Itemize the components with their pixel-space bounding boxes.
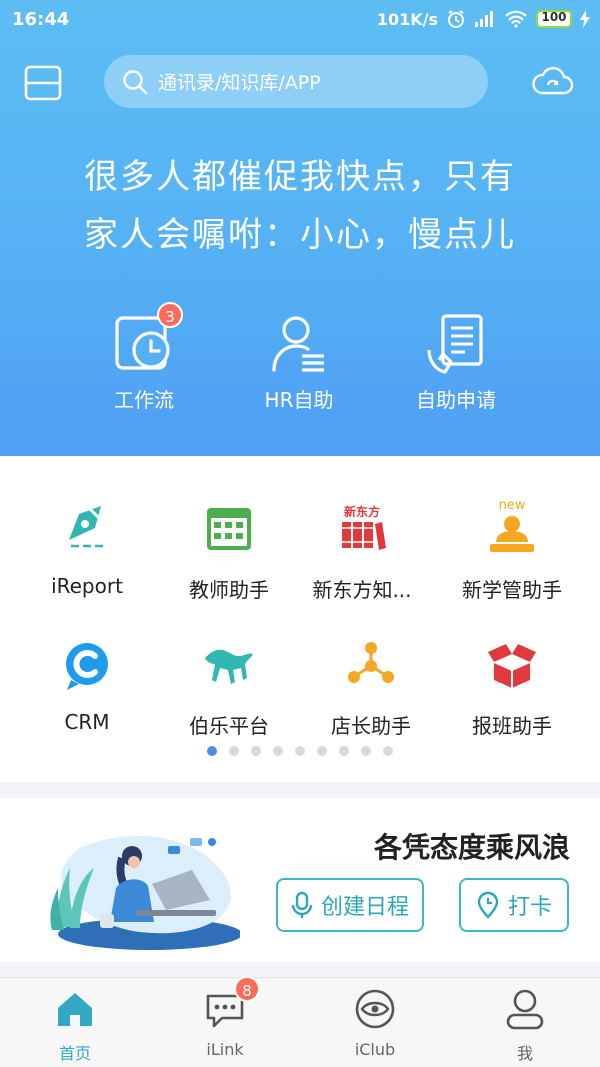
app-enrollment[interactable]: 报班助手 bbox=[437, 636, 587, 739]
pager-dot[interactable] bbox=[339, 746, 349, 756]
search-icon bbox=[123, 69, 148, 94]
create-schedule-label: 创建日程 bbox=[320, 895, 409, 920]
xdf-books-icon: 新东方 bbox=[332, 500, 392, 560]
person-podium-icon: new bbox=[482, 498, 542, 560]
app-label: 新东方知... bbox=[312, 578, 412, 602]
app-student-manager[interactable]: new 新学管助手 bbox=[437, 498, 587, 603]
create-schedule-button[interactable]: 创建日程 bbox=[276, 878, 424, 932]
battery-icon: 100 bbox=[536, 10, 572, 28]
header-hero: 16:44 101K/s 100 通讯录/知识库/APP 很多人都催促我快点，只… bbox=[0, 0, 600, 456]
woman-laptop-illustration bbox=[50, 835, 240, 950]
slogan-line-1: 很多人都催促我快点，只有 bbox=[84, 157, 516, 197]
app-store-manager[interactable]: 店长助手 bbox=[296, 636, 446, 739]
calendar-icon bbox=[199, 500, 259, 560]
app-label: CRM bbox=[64, 710, 110, 734]
cloud-sync-button[interactable] bbox=[530, 63, 574, 99]
svg-text:新东方: 新东方 bbox=[344, 504, 380, 519]
workflow-badge: 3 bbox=[157, 302, 183, 328]
tab-label: 我 bbox=[516, 1044, 533, 1063]
tab-label: 首页 bbox=[58, 1044, 91, 1063]
page-indicator[interactable] bbox=[0, 746, 600, 756]
app-teacher[interactable]: 教师助手 bbox=[154, 500, 304, 603]
crm-c-icon bbox=[57, 636, 117, 696]
quick-action-hr[interactable]: HR自助 bbox=[219, 310, 379, 413]
app-label: 新学管助手 bbox=[462, 578, 562, 602]
ilink-badge: 8 bbox=[234, 976, 260, 1002]
pager-dot[interactable] bbox=[207, 746, 217, 756]
app-ireport[interactable]: iReport bbox=[12, 500, 162, 598]
status-bar: 16:44 101K/s 100 bbox=[0, 0, 600, 40]
eye-icon bbox=[354, 988, 396, 1030]
app-xdf-knowledge[interactable]: 新东方 新东方知... bbox=[287, 500, 437, 603]
tab-label: iClub bbox=[354, 1040, 396, 1059]
pager-dot[interactable] bbox=[229, 746, 239, 756]
scan-button[interactable] bbox=[24, 65, 62, 101]
app-label: 店长助手 bbox=[331, 714, 411, 738]
hand-document-icon bbox=[423, 310, 489, 376]
home-icon bbox=[54, 988, 96, 1030]
pen-nib-icon bbox=[57, 500, 117, 560]
quick-action-label: 自助申请 bbox=[416, 388, 496, 412]
user-icon bbox=[504, 988, 546, 1030]
pager-dot[interactable] bbox=[361, 746, 371, 756]
alarm-icon bbox=[448, 10, 464, 28]
quick-action-workflow[interactable]: 3 工作流 bbox=[64, 302, 224, 413]
charging-icon bbox=[580, 10, 590, 28]
app-crm[interactable]: CRM bbox=[12, 636, 162, 734]
horse-icon bbox=[199, 636, 259, 696]
app-label: 伯乐平台 bbox=[189, 714, 269, 738]
slogan-line-2: 家人会嘱咐：小心，慢点儿 bbox=[84, 215, 516, 255]
app-label: 报班助手 bbox=[472, 714, 552, 738]
pager-dot[interactable] bbox=[383, 746, 393, 756]
quick-action-label: 工作流 bbox=[114, 388, 174, 412]
search-placeholder: 通讯录/知识库/APP bbox=[158, 72, 321, 94]
pager-dot[interactable] bbox=[295, 746, 305, 756]
open-box-icon bbox=[482, 636, 542, 696]
pager-dot[interactable] bbox=[251, 746, 261, 756]
tab-label: iLink bbox=[206, 1040, 244, 1059]
app-grid: iReport 教师助手 新东方 新东方知... new 新学管助手 CRM 伯… bbox=[0, 456, 600, 782]
wifi-icon bbox=[505, 10, 527, 28]
app-label: 教师助手 bbox=[189, 578, 269, 602]
tab-me[interactable]: 我 bbox=[450, 988, 600, 1064]
tab-ilink[interactable]: 8 iLink bbox=[150, 976, 300, 1059]
quick-action-label: HR自助 bbox=[264, 388, 334, 412]
bottom-tab-bar: 首页 8 iLink iClub 我 bbox=[0, 976, 600, 1067]
quick-actions: 3 工作流 HR自助 自助申请 bbox=[0, 302, 600, 420]
pager-dot[interactable] bbox=[273, 746, 283, 756]
check-in-label: 打卡 bbox=[507, 895, 552, 920]
network-nodes-icon bbox=[341, 636, 401, 696]
check-in-button[interactable]: 打卡 bbox=[459, 878, 569, 932]
signal-icon bbox=[475, 11, 493, 27]
person-list-icon bbox=[266, 310, 332, 376]
clock-card-icon: 3 bbox=[111, 302, 183, 376]
pager-dot[interactable] bbox=[317, 746, 327, 756]
welcome-banner: 各凭态度乘风浪 创建日程 打卡 bbox=[0, 798, 600, 962]
new-tag: new bbox=[499, 500, 526, 513]
app-label: iReport bbox=[51, 574, 123, 598]
tab-home[interactable]: 首页 bbox=[0, 988, 150, 1064]
scan-icon bbox=[24, 65, 62, 101]
app-bole[interactable]: 伯乐平台 bbox=[154, 636, 304, 739]
status-time: 16:44 bbox=[12, 9, 70, 30]
search-bar[interactable]: 通讯录/知识库/APP bbox=[104, 55, 488, 108]
chat-bubble-icon: 8 bbox=[204, 976, 260, 1030]
microphone-icon bbox=[291, 891, 313, 918]
quick-action-apply[interactable]: 自助申请 bbox=[376, 310, 536, 413]
slogan: 很多人都催促我快点，只有 家人会嘱咐：小心，慢点儿 bbox=[0, 148, 600, 264]
cloud-icon bbox=[532, 66, 574, 95]
tab-iclub[interactable]: iClub bbox=[300, 988, 450, 1059]
banner-motto: 各凭态度乘风浪 bbox=[373, 831, 570, 864]
network-speed: 101K/s bbox=[376, 9, 438, 29]
location-pin-icon bbox=[477, 891, 499, 919]
